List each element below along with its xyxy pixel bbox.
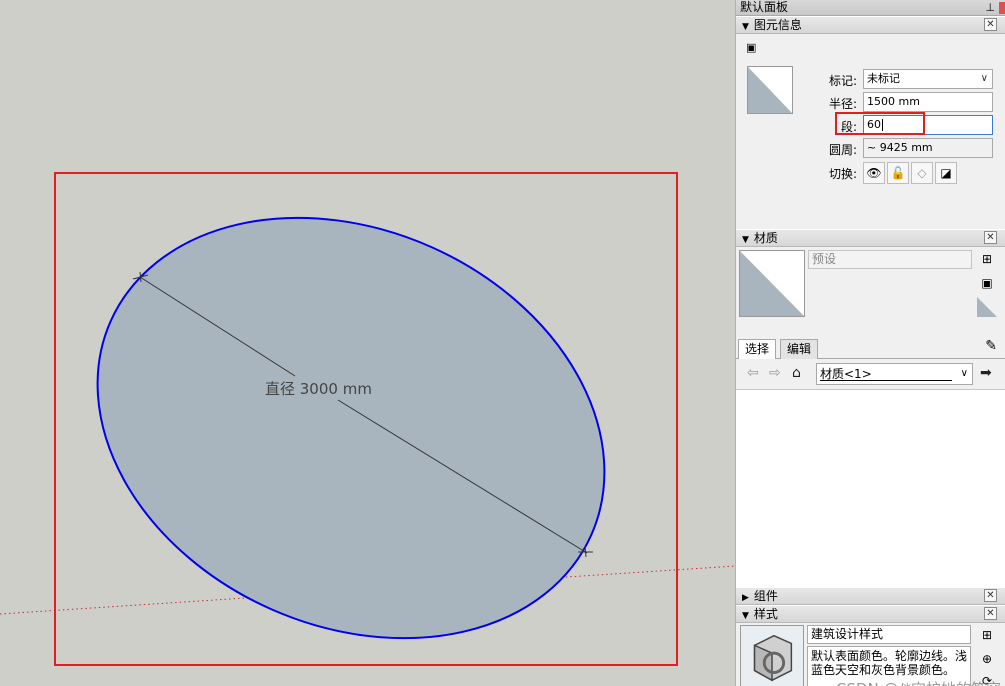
default-tray: 默认面板 ⊥ ▼ 图元信息 ✕ ▣ 标记: 未标记 ∨ 半径: 1500 mm 段… [735,0,1005,686]
styles-title: 样式 [753,607,778,621]
entity-info-header[interactable]: ▼ 图元信息 ✕ [736,16,1005,34]
update-style-icon[interactable]: ⊕ [977,649,997,669]
segments-highlight-box [835,112,925,135]
eye-icon[interactable]: 👁 [863,162,885,184]
materials-close-icon[interactable]: ✕ [984,231,997,244]
tag-select[interactable]: 未标记 ∨ [863,69,993,89]
circumference-label: 圆周: [828,143,857,157]
materials-tabs: 选择 编辑 ✎ [736,337,1005,360]
dimension-label[interactable]: 直径 3000 mm [265,380,372,398]
home-icon[interactable]: ⌂ [792,365,801,381]
chevron-down-icon[interactable]: ∨ [961,364,968,384]
collapse-triangle-icon[interactable]: ▼ [742,235,749,245]
materials-title: 材质 [753,231,778,245]
styles-header[interactable]: ▼ 样式 ✕ [736,605,1005,623]
radius-field[interactable]: 1500 mm [863,92,993,112]
select-underline [820,380,952,381]
tray-title: 默认面板 [740,0,789,14]
style-description: 默认表面颜色。轮廓边线。浅蓝色天空和灰色背景颜色。 [811,649,968,677]
materials-panel: 预设 ⊞ ▣ [736,247,1005,337]
chevron-down-icon[interactable]: ∨ [981,70,988,88]
circle-icon: ▣ [746,41,757,54]
details-arrow-icon[interactable]: ➡ [980,365,992,381]
toggle-label: 切换: [828,167,857,181]
style-name-value: 建筑设计样式 [811,627,884,641]
modeling-viewport[interactable]: 直径 3000 mm [0,0,735,686]
tray-close-icon[interactable] [999,2,1005,14]
entity-info-title: 图元信息 [753,18,802,32]
tag-label: 标记: [828,74,857,88]
cast-shadow-icon[interactable]: ◪ [935,162,957,184]
tab-select[interactable]: 选择 [738,339,777,360]
pin-icon[interactable]: ⊥ [985,0,995,15]
material-list-area[interactable] [736,389,1005,587]
tag-value: 未标记 [867,72,900,85]
style-thumbnail[interactable] [740,625,804,686]
circle-face[interactable] [30,140,672,686]
components-title: 组件 [753,589,778,603]
styles-panel: 建筑设计样式 默认表面颜色。轮廓边线。浅蓝色天空和灰色背景颜色。 ⊞ ⊕ ⟳ C… [736,623,1005,686]
expand-triangle-icon[interactable]: ▶ [742,593,749,603]
circumference-field: ~ 9425 mm [863,138,993,158]
circumference-value: ~ 9425 mm [867,141,933,154]
material-library-select[interactable]: 材质<1> ∨ [816,363,973,385]
watermark-text: CSDN @/*守护她的笑容 [836,678,1001,686]
default-material-icon[interactable] [977,297,997,317]
material-library-value: 材质<1> [820,367,872,381]
components-close-icon[interactable]: ✕ [984,589,997,602]
eyedropper-icon[interactable]: ✎ [985,338,997,354]
radius-value: 1500 mm [867,95,920,108]
styles-close-icon[interactable]: ✕ [984,607,997,620]
entity-info-panel: ▣ 标记: 未标记 ∨ 半径: 1500 mm 段: 60 圆周: ~ 9425… [736,34,1005,229]
toggle-group: 👁 🔓 ◇ ◪ [863,162,957,184]
forward-arrow-icon[interactable]: ⇨ [769,365,781,381]
receive-shadow-icon[interactable]: ◇ [911,162,933,184]
create-style-icon[interactable]: ⊞ [977,625,997,645]
lock-icon[interactable]: 🔓 [887,162,909,184]
material-name-field[interactable]: 预设 [808,250,972,269]
collapse-triangle-icon[interactable]: ▼ [742,22,749,32]
back-arrow-icon[interactable]: ⇦ [747,365,759,381]
tab-edit[interactable]: 编辑 [780,339,819,359]
scene-canvas[interactable]: 直径 3000 mm [0,0,735,686]
components-header[interactable]: ▶ 组件 ✕ [736,587,1005,605]
create-material-icon[interactable]: ⊞ [977,249,997,269]
material-name-placeholder: 预设 [812,252,837,266]
materials-header[interactable]: ▼ 材质 ✕ [736,229,1005,247]
tray-title-bar: 默认面板 ⊥ [736,0,1005,16]
radius-label: 半径: [828,97,857,111]
style-name-field[interactable]: 建筑设计样式 [807,625,971,644]
material-preview[interactable] [739,250,805,317]
collapse-triangle-icon[interactable]: ▼ [742,611,749,621]
materials-nav-row: ⇦ ⇨ ⌂ 材质<1> ∨ ➡ [736,359,1005,389]
material-swatch-thumbnail[interactable] [747,66,793,114]
material-library-icon[interactable]: ▣ [977,273,997,293]
entity-info-close-icon[interactable]: ✕ [984,18,997,31]
